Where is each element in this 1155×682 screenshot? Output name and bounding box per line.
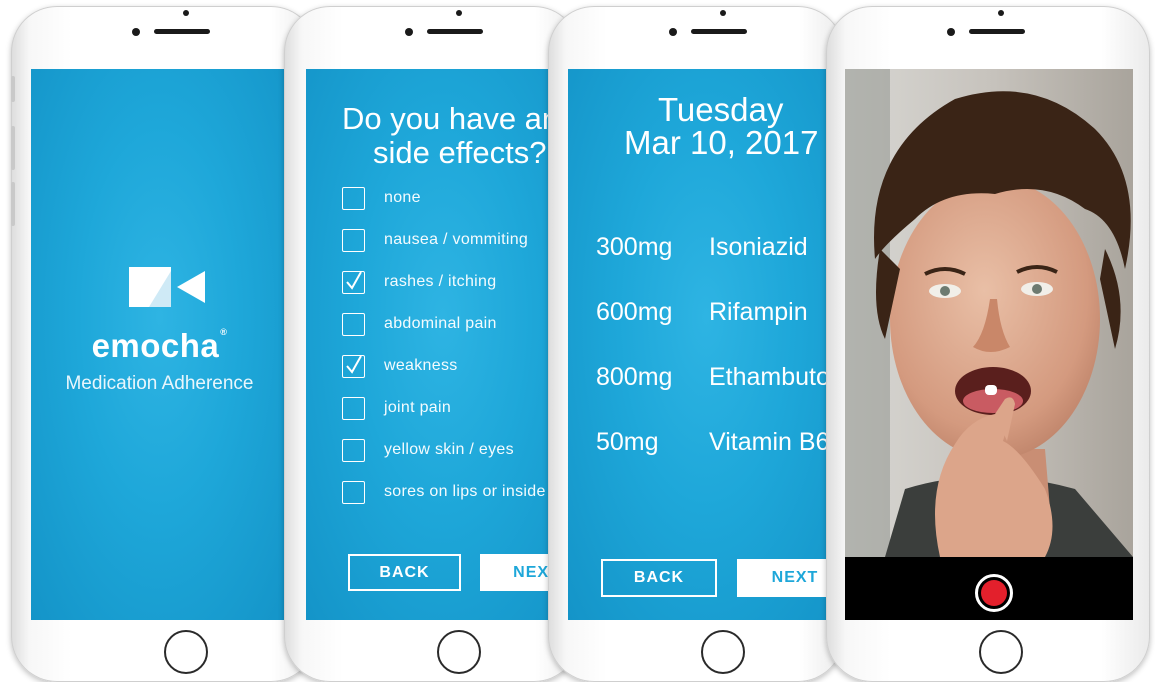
home-button[interactable] — [164, 630, 208, 674]
back-button[interactable]: BACK — [601, 559, 717, 597]
phone-frame-side-effects: Do you have any side effects? none nause… — [284, 6, 580, 682]
medication-name: Rifampin — [709, 298, 808, 326]
sensor-icon — [720, 10, 726, 16]
checkbox-checked[interactable] — [342, 271, 365, 294]
medication-name: Vitamin B6 — [709, 428, 830, 456]
checkbox-unchecked[interactable] — [342, 187, 365, 210]
question-line-1: Do you have any — [342, 101, 575, 136]
checkbox-checked[interactable] — [342, 355, 365, 378]
option-label: nausea / vommiting — [384, 231, 529, 248]
phone-frame-splash: emocha® Medication Adherence — [11, 6, 317, 682]
brand-logo: emocha® — [91, 327, 228, 364]
option-label: yellow skin / eyes — [384, 441, 514, 458]
volume-up-button — [11, 126, 15, 170]
schedule-day: Tuesday — [658, 91, 784, 128]
patient-video-frame — [845, 69, 1133, 557]
option-label: joint pain — [384, 399, 452, 416]
medication-dose: 300mg — [596, 233, 673, 261]
home-button[interactable] — [437, 630, 481, 674]
record-dot — [981, 580, 1007, 606]
checkmark-icon — [346, 355, 362, 374]
schedule-date: Mar 10, 2017 — [624, 124, 819, 161]
option-label: none — [384, 189, 421, 206]
front-camera-icon — [132, 28, 140, 36]
checkbox-unchecked[interactable] — [342, 481, 365, 504]
side-effects-screen: Do you have any side effects? none nause… — [306, 69, 580, 620]
home-button[interactable] — [979, 630, 1023, 674]
volume-down-button — [11, 182, 15, 226]
home-button[interactable] — [701, 630, 745, 674]
earpiece-speaker — [427, 29, 483, 34]
front-camera-icon — [405, 28, 413, 36]
option-label: abdominal pain — [384, 315, 497, 332]
schedule-screen: Tuesday Mar 10, 2017 300mg Isoniazid 600… — [568, 69, 844, 620]
sensor-icon — [456, 10, 462, 16]
phone-frame-recording — [826, 6, 1150, 682]
option-label: rashes / itching — [384, 273, 497, 290]
checkbox-unchecked[interactable] — [342, 313, 365, 336]
checkbox-unchecked[interactable] — [342, 397, 365, 420]
record-icon[interactable] — [975, 574, 1013, 612]
earpiece-speaker — [691, 29, 747, 34]
earpiece-speaker — [969, 29, 1025, 34]
medication-dose: 50mg — [596, 428, 659, 456]
camera-viewfinder — [845, 69, 1133, 620]
medication-name: Isoniazid — [709, 233, 808, 261]
checkbox-unchecked[interactable] — [342, 439, 365, 462]
medication-dose: 600mg — [596, 298, 673, 326]
sensor-icon — [998, 10, 1004, 16]
front-camera-icon — [669, 28, 677, 36]
checkmark-icon — [346, 271, 362, 290]
mute-switch — [11, 76, 15, 102]
option-label: weakness — [384, 357, 458, 374]
sensor-icon — [183, 10, 189, 16]
medication-name: Ethambutol — [709, 363, 836, 391]
back-button[interactable]: BACK — [348, 554, 461, 591]
splash-screen: emocha® Medication Adherence — [31, 69, 288, 620]
question-line-2: side effects? — [373, 135, 547, 170]
checkbox-unchecked[interactable] — [342, 229, 365, 252]
app-tagline: Medication Adherence — [65, 373, 254, 394]
medication-dose: 800mg — [596, 363, 673, 391]
front-camera-icon — [947, 28, 955, 36]
phone-frame-schedule: Tuesday Mar 10, 2017 300mg Isoniazid 600… — [548, 6, 844, 682]
video-camera-icon — [129, 267, 209, 312]
earpiece-speaker — [154, 29, 210, 34]
